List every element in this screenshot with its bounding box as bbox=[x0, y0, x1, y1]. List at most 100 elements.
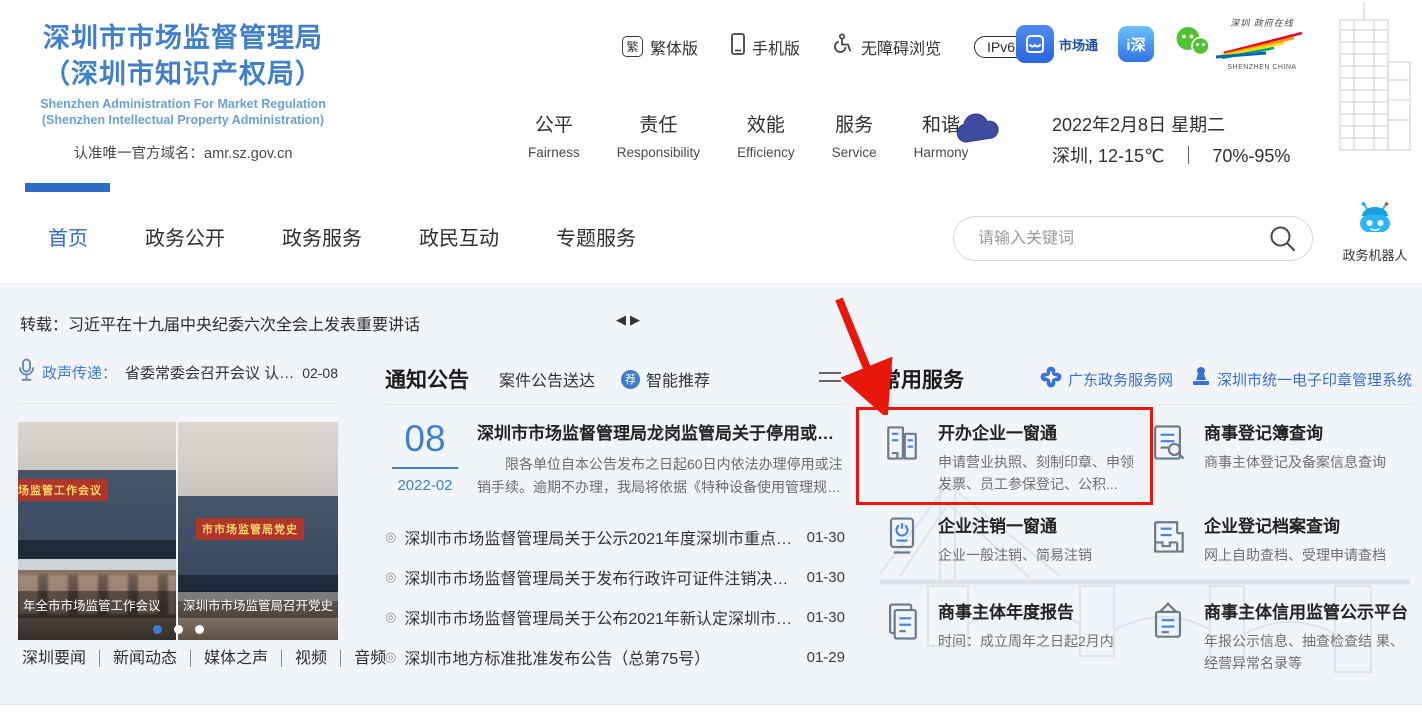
shichangtong-icon bbox=[1016, 25, 1054, 63]
search-input[interactable] bbox=[978, 229, 1269, 248]
weather-sep: ｜ bbox=[1179, 146, 1198, 166]
featured-notice-summary: 限各单位自本公告发布之日起60日内依法办理停用或注销手续。逾期不办理，我局将依据… bbox=[477, 456, 843, 496]
headline-ticker[interactable]: 转载：习近平在十九届中央纪委六次全会上发表重要讲话 bbox=[20, 311, 420, 335]
guangdong-service-link[interactable]: 广东政务服务网 bbox=[1040, 366, 1173, 392]
accessibility-link[interactable]: 无障碍浏览 bbox=[833, 33, 941, 60]
tab-media-voice[interactable]: 媒体之声 bbox=[191, 650, 283, 667]
site-title-en-1: Shenzhen Administration For Market Regul… bbox=[40, 96, 326, 111]
report-pages-icon bbox=[880, 600, 924, 698]
value-cn: 公平 bbox=[534, 115, 573, 136]
notice-list-item[interactable]: ◎ 深圳市地方标准批准发布公告（总第75号） 01-29 bbox=[385, 637, 845, 677]
service-desc: 申请营业执照、刻制印章、申领发票、员工参保登记、公积... bbox=[938, 454, 1134, 492]
services-grid: 开办企业一窗通 申请营业执照、刻制印章、申领发票、员工参保登记、公积... 商事… bbox=[880, 419, 1412, 698]
service-archive-query[interactable]: 企业登记档案查询 网上自助查档、受理申请查档 bbox=[1146, 512, 1412, 598]
notice-item-title[interactable]: 深圳市市场监督管理局关于公布2021年新认定深圳市菜篮子... bbox=[404, 605, 792, 629]
eseal-system-link[interactable]: 深圳市统一电子印章管理系统 bbox=[1191, 366, 1412, 392]
services-divider bbox=[880, 404, 1412, 405]
ticker-prev-icon[interactable]: ◀ bbox=[616, 312, 630, 327]
service-title[interactable]: 企业注销一窗通 bbox=[938, 512, 1092, 537]
notice-list-item[interactable]: ◎ 深圳市市场监督管理局关于公示2021年度深圳市重点农业龙... 01-30 bbox=[385, 517, 845, 557]
value-cn: 效能 bbox=[746, 115, 785, 136]
notice-divider bbox=[385, 404, 845, 405]
service-title[interactable]: 商事主体年度报告 bbox=[938, 598, 1114, 623]
wechat-icon[interactable] bbox=[1174, 26, 1210, 62]
featured-date-rule bbox=[392, 466, 458, 469]
notice-item-title[interactable]: 深圳市地方标准批准发布公告（总第75号） bbox=[404, 645, 792, 669]
ishenzhen-app-icon[interactable]: i深 bbox=[1118, 26, 1155, 62]
traditional-version-link[interactable]: 繁 繁体版 bbox=[622, 35, 698, 59]
shenzhen-logo-calligraphy: 深圳 政府在线 bbox=[1230, 18, 1294, 28]
featured-notice[interactable]: 08 2022-02 深圳市市场监督管理局龙岗监管局关于停用或注销... 限各单… bbox=[385, 418, 845, 499]
search-icon[interactable] bbox=[1269, 225, 1296, 252]
shenzhen-china-logo[interactable]: 深圳 政府在线 SHENZHEN CHINA bbox=[1212, 16, 1312, 71]
notice-item-date: 01-30 bbox=[806, 608, 845, 626]
tab-smart-recommend[interactable]: 荐 智能推荐 bbox=[621, 367, 710, 391]
news-carousel[interactable]: 场监管工作会议 年全市市场监管工作会议 市市场监管局党史 深圳市市场监管局召开党… bbox=[18, 422, 338, 640]
notice-item-title[interactable]: 深圳市市场监督管理局关于发布行政许可证件注销决定书的... bbox=[404, 565, 792, 589]
tab-case-announcements[interactable]: 案件公告送达 bbox=[499, 367, 595, 391]
tab-video[interactable]: 视频 bbox=[282, 650, 342, 667]
carousel-slide[interactable]: 场监管工作会议 年全市市场监管工作会议 bbox=[18, 422, 176, 640]
tab-shenzhen-news[interactable]: 深圳要闻 bbox=[22, 650, 101, 667]
carousel-dot[interactable] bbox=[173, 625, 183, 634]
voice-news-date: 02-08 bbox=[302, 364, 338, 381]
doc-search-icon bbox=[1146, 421, 1190, 512]
flower-icon bbox=[1040, 366, 1062, 392]
notice-item-title[interactable]: 深圳市市场监督管理局关于公示2021年度深圳市重点农业龙... bbox=[404, 525, 792, 549]
carousel-dot[interactable] bbox=[152, 625, 162, 634]
nav-item-special-services[interactable]: 专题服务 bbox=[556, 222, 636, 251]
notice-item-date: 01-30 bbox=[806, 528, 845, 546]
gov-robot-button[interactable]: 政务机器人 bbox=[1340, 202, 1410, 264]
service-registry-query[interactable]: 商事登记簿查询 商事主体登记及备案信息查询 bbox=[1146, 419, 1412, 512]
notice-list-item[interactable]: ◎ 深圳市市场监督管理局关于发布行政许可证件注销决定书的... 01-30 bbox=[385, 557, 845, 597]
carousel-dot[interactable] bbox=[194, 625, 204, 634]
service-desc: 网上自助查档、受理申请查档 bbox=[1204, 547, 1386, 563]
kite-logo-icon bbox=[1215, 31, 1303, 60]
carousel-dots bbox=[18, 625, 338, 634]
power-monitor-icon bbox=[880, 514, 924, 598]
service-deregistration[interactable]: 企业注销一窗通 企业一般注销、简易注销 bbox=[880, 512, 1146, 598]
featured-notice-title[interactable]: 深圳市市场监督管理局龙岗监管局关于停用或注销... bbox=[477, 419, 845, 444]
service-title[interactable]: 企业登记档案查询 bbox=[1204, 512, 1386, 537]
nav-item-interaction[interactable]: 政民互动 bbox=[419, 222, 499, 251]
ticker-next-icon[interactable]: ▶ bbox=[630, 312, 644, 327]
nav-item-gov-services[interactable]: 政务服务 bbox=[282, 222, 362, 251]
services-section-title[interactable]: 常用服务 bbox=[880, 364, 964, 394]
site-logo[interactable]: 深圳市市场监督管理局 （深圳市知识产权局） Shenzhen Administr… bbox=[24, 20, 342, 163]
mobile-version-link[interactable]: 手机版 bbox=[731, 33, 800, 60]
service-desc: 企业一般注销、简易注销 bbox=[938, 547, 1092, 563]
voice-news-title[interactable]: 省委常委会召开会议 认真学... bbox=[125, 362, 296, 383]
value-cn: 责任 bbox=[639, 115, 678, 136]
service-open-business[interactable]: 开办企业一窗通 申请营业执照、刻制印章、申领发票、员工参保登记、公积... bbox=[880, 419, 1146, 512]
voice-news-row: 政声传递： 省委常委会召开会议 认真学... 02-08 bbox=[18, 358, 338, 387]
archive-icon bbox=[1146, 514, 1190, 598]
notice-list-item[interactable]: ◎ 深圳市市场监督管理局关于公布2021年新认定深圳市菜篮子... 01-30 bbox=[385, 597, 845, 637]
voice-news-label: 政声传递： bbox=[42, 365, 118, 382]
shichangtong-app-link[interactable]: 市场通 bbox=[1016, 25, 1098, 63]
featured-day: 08 bbox=[404, 418, 446, 459]
nav-item-home[interactable]: 首页 bbox=[48, 222, 88, 251]
weather-date: 2022年2月8日 星期二 bbox=[1052, 115, 1226, 135]
tab-news-updates[interactable]: 新闻动态 bbox=[100, 650, 192, 667]
app-links: 市场通 i深 bbox=[1016, 25, 1210, 63]
service-title[interactable]: 开办企业一窗通 bbox=[938, 419, 1138, 444]
service-title[interactable]: 商事登记簿查询 bbox=[1204, 419, 1386, 444]
traditional-label: 繁体版 bbox=[650, 40, 699, 58]
service-annual-report[interactable]: 商事主体年度报告 时间：成立周年之日起2月内 bbox=[880, 598, 1146, 698]
carousel-slide[interactable]: 市市场监管局党史 深圳市市场监管局召开党史 bbox=[178, 422, 338, 640]
page: 深圳市市场监督管理局 （深圳市知识产权局） Shenzhen Administr… bbox=[0, 0, 1422, 714]
service-credit-platform[interactable]: 商事主体信用监管公示平台 年报公示信息、抽查检查结 果、经营异常名录等 bbox=[1146, 598, 1412, 698]
value-en: Service bbox=[831, 145, 877, 160]
notice-section-title[interactable]: 通知公告 bbox=[385, 364, 469, 394]
utility-links: 繁 繁体版 手机版 无障碍浏览 IPv6 bbox=[622, 33, 1029, 60]
weather-city: 深圳, bbox=[1052, 146, 1094, 166]
site-title-cn-1: 深圳市市场监督管理局 bbox=[43, 23, 323, 53]
more-menu-icon[interactable] bbox=[819, 372, 841, 388]
weather-humidity: 70%-95% bbox=[1212, 146, 1291, 166]
service-desc: 时间：成立周年之日起2月内 bbox=[938, 633, 1114, 649]
weather-widget: 2022年2月8日 星期二 深圳, 12-15℃ ｜ 70%-95% bbox=[952, 110, 1290, 172]
value-efficiency: 效能 Efficiency bbox=[737, 110, 795, 160]
nav-item-gov-info[interactable]: 政务公开 bbox=[145, 222, 225, 251]
accessibility-label: 无障碍浏览 bbox=[861, 40, 942, 58]
service-title[interactable]: 商事主体信用监管公示平台 bbox=[1204, 598, 1408, 623]
